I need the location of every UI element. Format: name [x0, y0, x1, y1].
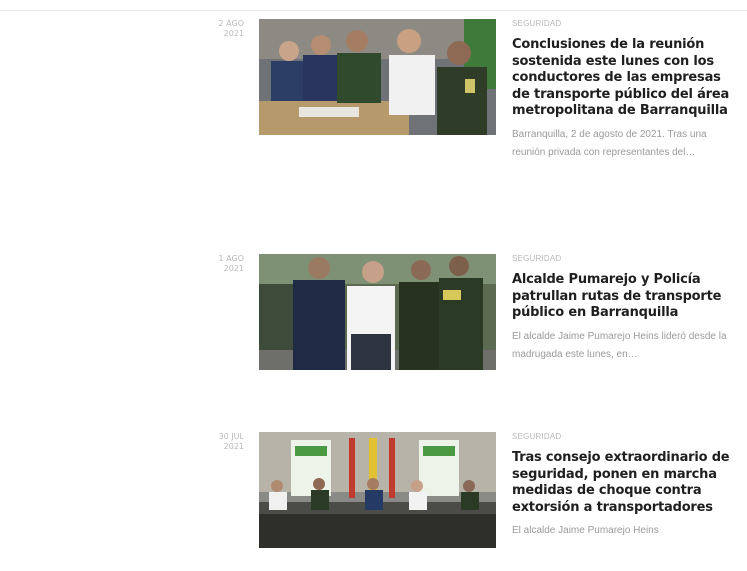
council-photo: [259, 432, 496, 548]
date-year: 2021: [223, 29, 244, 38]
article-date: 1 AGO 2021: [198, 254, 244, 274]
article-thumbnail[interactable]: [259, 254, 496, 370]
article-category[interactable]: SEGURIDAD: [512, 19, 738, 29]
date-day: 1 AGO: [218, 254, 244, 263]
article-title-link[interactable]: Tras consejo extraordinario de seguridad…: [512, 450, 730, 515]
article-title-link[interactable]: Conclusiones de la reunión sostenida est…: [512, 37, 729, 118]
article-thumbnail[interactable]: [259, 19, 496, 135]
article-date: 2 AGO 2021: [198, 19, 244, 39]
article-category[interactable]: SEGURIDAD: [512, 432, 738, 442]
article-excerpt: El alcalde Jaime Pumarejo Heins: [512, 525, 659, 537]
article-excerpt: El alcalde Jaime Pumarejo Heins lideró d…: [512, 330, 727, 360]
date-day: 30 JUL: [218, 432, 244, 441]
top-divider: [0, 10, 747, 11]
article-date: 30 JUL 2021: [198, 432, 244, 452]
article-title[interactable]: Alcalde Pumarejo y Policía patrullan rut…: [512, 272, 738, 322]
meeting-photo: [259, 19, 496, 135]
date-day: 2 AGO: [218, 19, 244, 28]
article-title[interactable]: Conclusiones de la reunión sostenida est…: [512, 37, 738, 120]
article-category[interactable]: SEGURIDAD: [512, 254, 738, 264]
date-year: 2021: [223, 442, 244, 451]
date-year: 2021: [223, 264, 244, 273]
article-title[interactable]: Tras consejo extraordinario de seguridad…: [512, 450, 738, 516]
patrol-photo: [259, 254, 496, 370]
article-title-link[interactable]: Alcalde Pumarejo y Policía patrullan rut…: [512, 272, 721, 320]
article-excerpt: Barranquilla, 2 de agosto de 2021. Tras …: [512, 128, 707, 158]
article-thumbnail[interactable]: [259, 432, 496, 548]
